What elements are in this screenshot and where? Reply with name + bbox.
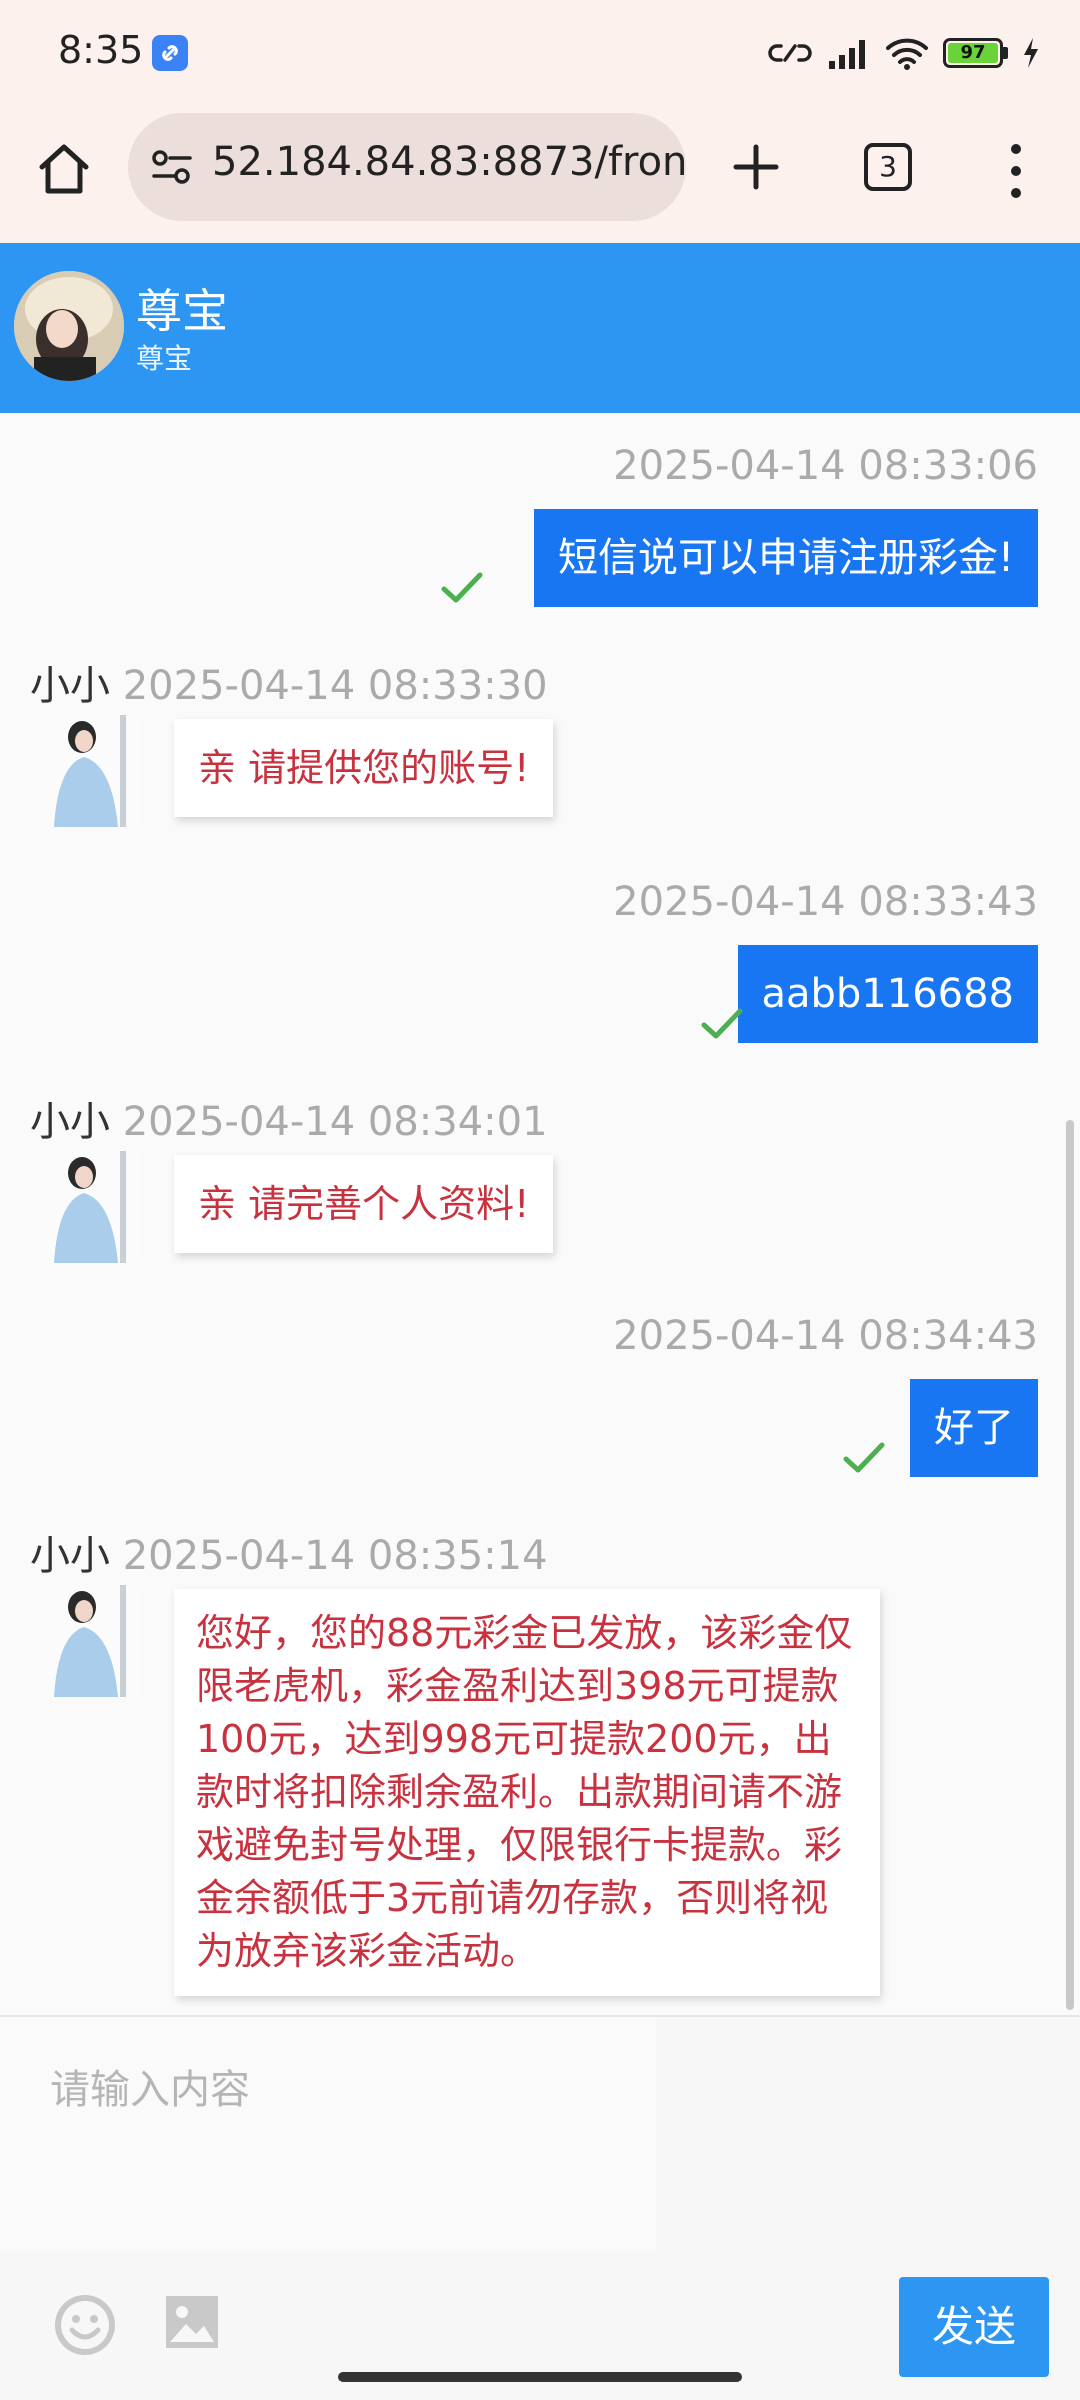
message-timestamp: 2025-04-14 08:33:30 — [122, 663, 548, 709]
composer: 请输入内容 发送 — [0, 2015, 1080, 2400]
url-text[interactable]: 52.184.84.83:8873/front- — [212, 139, 686, 185]
agent-avatar — [32, 715, 140, 827]
browser-toolbar: 52.184.84.83:8873/front- 3 — [0, 105, 1080, 243]
sender-name: 小小 — [30, 663, 110, 709]
home-icon[interactable] — [32, 137, 96, 201]
status-bar: 8:35 97 — [0, 0, 1080, 105]
message-input[interactable]: 请输入内容 — [0, 2017, 656, 2252]
contact-name: 尊宝 — [136, 284, 228, 338]
sender-line: 小小 2025-04-14 08:34:01 — [30, 1089, 548, 1147]
wifi-icon — [886, 38, 928, 70]
message-timestamp: 2025-04-14 08:35:14 — [122, 1533, 548, 1579]
link-app-icon — [152, 35, 188, 71]
send-button[interactable]: 发送 — [899, 2277, 1049, 2377]
sent-check-icon — [441, 572, 483, 603]
message-timestamp: 2025-04-14 08:33:43 — [613, 879, 1038, 925]
status-icons: 97 — [767, 30, 1040, 76]
signal-icon — [829, 40, 865, 69]
message-list[interactable]: 2025-04-14 08:33:06 短信说可以申请注册彩金! 小小 2025… — [0, 413, 1080, 2013]
status-time: 8:35 — [58, 28, 144, 72]
outgoing-message[interactable]: 好了 — [910, 1379, 1038, 1477]
contact-subtitle: 尊宝 — [136, 342, 193, 375]
message-timestamp: 2025-04-14 08:33:06 — [613, 443, 1038, 489]
incoming-message[interactable]: 亲 请完善个人资料! — [174, 1155, 554, 1253]
tabs-icon[interactable]: 3 — [864, 143, 912, 191]
link-icon — [768, 44, 812, 62]
chat-header: 尊宝 尊宝 — [0, 243, 1080, 413]
sent-check-icon — [843, 1442, 885, 1473]
input-placeholder: 请输入内容 — [50, 2067, 250, 2113]
outgoing-message[interactable]: 短信说可以申请注册彩金! — [533, 509, 1038, 607]
sender-line: 小小 2025-04-14 08:33:30 — [30, 653, 548, 711]
message-timestamp: 2025-04-14 08:34:01 — [122, 1099, 548, 1145]
new-tab-icon[interactable] — [722, 133, 790, 201]
message-timestamp: 2025-04-14 08:34:43 — [613, 1313, 1038, 1359]
outgoing-message[interactable]: aabb116688 — [737, 945, 1038, 1043]
incoming-message[interactable]: 您好，您的88元彩金已发放，该彩金仅限老虎机，彩金盈利达到398元可提款100元… — [174, 1589, 880, 1996]
address-bar[interactable]: 52.184.84.83:8873/front- — [128, 113, 686, 221]
agent-avatar — [32, 1585, 140, 1697]
sender-name: 小小 — [30, 1533, 110, 1579]
charging-icon — [1024, 38, 1038, 68]
image-icon[interactable] — [164, 2294, 220, 2350]
sender-line: 小小 2025-04-14 08:35:14 — [30, 1523, 548, 1581]
battery-level: 97 — [948, 43, 998, 63]
emoji-icon[interactable] — [52, 2292, 118, 2358]
sent-check-icon — [701, 1008, 743, 1039]
incoming-message[interactable]: 亲 请提供您的账号! — [174, 719, 554, 817]
home-indicator[interactable] — [338, 2372, 742, 2382]
contact-avatar[interactable] — [14, 271, 124, 381]
battery-icon: 97 — [943, 38, 1008, 68]
sender-name: 小小 — [30, 1099, 110, 1145]
agent-avatar — [32, 1151, 140, 1263]
site-settings-icon[interactable] — [150, 145, 194, 189]
scrollbar[interactable] — [1066, 1120, 1074, 2010]
more-menu-icon[interactable] — [1000, 141, 1032, 201]
